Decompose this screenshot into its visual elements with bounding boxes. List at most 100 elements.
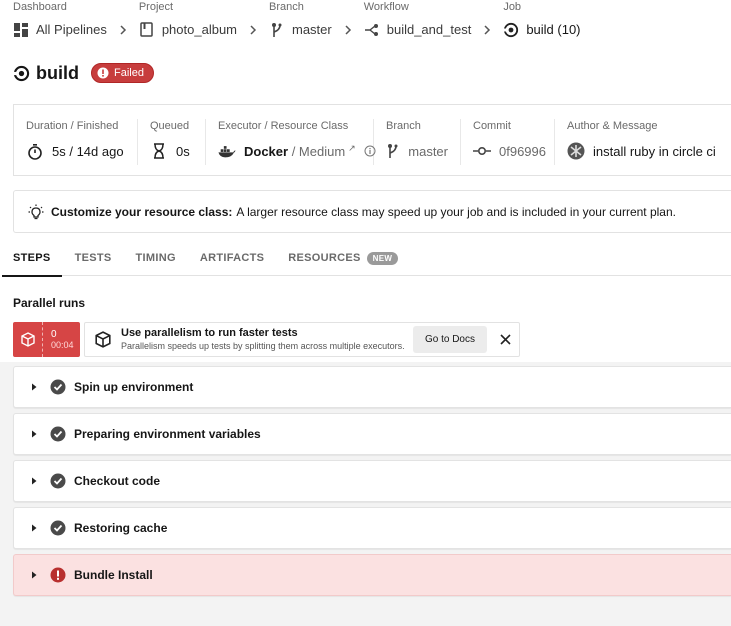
breadcrumb-dashboard: Dashboard All Pipelines xyxy=(13,0,139,44)
caret-right-icon xyxy=(30,524,38,532)
commit-text: 0f96996 xyxy=(499,143,546,159)
parallel-run-0[interactable]: 0 00:04 xyxy=(13,322,80,357)
branch-value[interactable]: master xyxy=(386,139,448,163)
status-badge: Failed xyxy=(91,63,154,83)
tab-artifacts[interactable]: ARTIFACTS xyxy=(200,240,264,276)
job-tabs: STEPS TESTS TIMING ARTIFACTS RESOURCES N… xyxy=(2,240,731,277)
stopwatch-icon xyxy=(26,142,44,160)
parallelism-tip-heading: Use parallelism to run faster tests xyxy=(121,327,298,339)
breadcrumb-workflow: Workflow build_and_test xyxy=(364,0,504,44)
breadcrumb-label: Dashboard xyxy=(13,1,67,13)
commit-info: Commit 0f96996 xyxy=(461,119,555,165)
queued-value: 0s xyxy=(150,139,193,163)
commit-icon xyxy=(473,142,491,160)
chevron-right-icon xyxy=(247,24,259,36)
parallelism-tip: Use parallelism to run faster tests Para… xyxy=(84,322,520,357)
status-label: Failed xyxy=(114,67,144,79)
step-row[interactable]: Spin up environment xyxy=(13,366,731,408)
external-link-icon[interactable]: ↗ xyxy=(348,143,356,154)
parallel-run-index: 0 xyxy=(51,328,57,340)
step-label: Checkout code xyxy=(74,474,161,488)
job-link[interactable]: build (10) xyxy=(503,15,581,44)
resource-class-tip: Customize your resource class: A larger … xyxy=(13,190,731,233)
job-icon xyxy=(13,65,30,82)
parallel-run-info: 0 00:04 xyxy=(43,329,74,351)
go-to-docs-button[interactable]: Go to Docs xyxy=(412,326,487,353)
branch-text: master xyxy=(408,143,448,159)
breadcrumb-value: build (10) xyxy=(526,22,581,37)
step-row[interactable]: Checkout code xyxy=(13,460,731,502)
tab-resources-label: RESOURCES xyxy=(288,252,361,264)
workflow-icon xyxy=(364,22,380,38)
workflow-link[interactable]: build_and_test xyxy=(364,15,504,44)
step-label: Restoring cache xyxy=(74,521,168,535)
executor-name: Docker xyxy=(244,143,289,159)
step-row-failed[interactable]: Bundle Install xyxy=(13,554,731,596)
breadcrumb-job: Job build (10) xyxy=(503,0,581,44)
tab-tests[interactable]: TESTS xyxy=(75,240,112,276)
caret-right-icon xyxy=(30,477,38,485)
parallel-runs-title: Parallel runs xyxy=(13,296,86,310)
success-check-icon xyxy=(50,379,66,395)
branch-label: Branch xyxy=(386,120,421,132)
dashboard-icon xyxy=(13,22,29,38)
alert-icon xyxy=(97,67,109,79)
queued-info: Queued 0s xyxy=(138,119,206,165)
parallelism-tip-description: Parallelism speeds up tests by splitting… xyxy=(121,341,405,351)
resource-class-link[interactable]: Medium xyxy=(299,144,345,159)
executor-value: Docker / Medium ↗ xyxy=(218,139,376,163)
executor-info: Executor / Resource Class Docker / Mediu… xyxy=(206,119,376,165)
breadcrumb-value: All Pipelines xyxy=(36,22,107,37)
project-link[interactable]: photo_album xyxy=(139,15,269,44)
author-info: Author & Message install ruby in circle … xyxy=(555,119,730,165)
project-icon xyxy=(139,22,155,38)
success-check-icon xyxy=(50,426,66,442)
branch-icon xyxy=(386,142,400,160)
caret-right-icon xyxy=(30,383,38,391)
duration-info: Duration / Finished 5s / 14d ago xyxy=(14,119,138,165)
job-icon xyxy=(503,22,519,38)
breadcrumb-value: build_and_test xyxy=(386,22,472,37)
tab-steps[interactable]: STEPS xyxy=(2,240,62,277)
breadcrumb: Dashboard All Pipelines Project photo_al… xyxy=(13,0,581,44)
step-row[interactable]: Restoring cache xyxy=(13,507,731,549)
chevron-right-icon xyxy=(117,24,129,36)
chevron-right-icon xyxy=(342,24,354,36)
success-check-icon xyxy=(50,520,66,536)
all-pipelines-link[interactable]: All Pipelines xyxy=(13,15,139,44)
new-badge: NEW xyxy=(366,251,399,265)
chevron-right-icon xyxy=(481,24,493,36)
job-header: build Failed xyxy=(13,60,154,86)
commit-value[interactable]: 0f96996 xyxy=(473,139,546,163)
queued-text: 0s xyxy=(176,143,190,159)
step-label: Spin up environment xyxy=(74,380,194,394)
failed-alert-icon xyxy=(50,567,66,583)
branch-link[interactable]: master xyxy=(269,15,364,44)
author-label: Author & Message xyxy=(567,120,658,132)
step-row[interactable]: Preparing environment variables xyxy=(13,413,731,455)
branch-icon xyxy=(269,22,285,38)
lightbulb-icon xyxy=(28,204,44,220)
caret-right-icon xyxy=(30,571,38,579)
breadcrumb-branch: Branch master xyxy=(269,0,364,44)
tab-resources[interactable]: RESOURCES NEW xyxy=(288,240,399,276)
duration-text: 5s / 14d ago xyxy=(52,143,124,159)
commit-message: install ruby in circle ci xyxy=(593,143,716,159)
page-title: build xyxy=(36,62,79,83)
author-value: install ruby in circle ci xyxy=(567,139,718,163)
breadcrumb-label: Workflow xyxy=(363,1,409,13)
breadcrumb-value: master xyxy=(292,22,332,37)
hourglass-icon xyxy=(150,142,168,160)
branch-info: Branch master xyxy=(374,119,461,165)
duration-value: 5s / 14d ago xyxy=(26,139,125,163)
close-icon[interactable] xyxy=(495,330,515,350)
breadcrumb-label: Project xyxy=(138,1,174,13)
executor-separator: / xyxy=(288,143,299,159)
step-label: Bundle Install xyxy=(74,568,153,582)
breadcrumb-value: photo_album xyxy=(161,22,237,37)
caret-right-icon xyxy=(30,430,38,438)
success-check-icon xyxy=(50,473,66,489)
duration-label: Duration / Finished xyxy=(26,120,119,132)
tab-timing[interactable]: TIMING xyxy=(136,240,176,276)
job-info-panel: Duration / Finished 5s / 14d ago Queued … xyxy=(13,104,731,176)
